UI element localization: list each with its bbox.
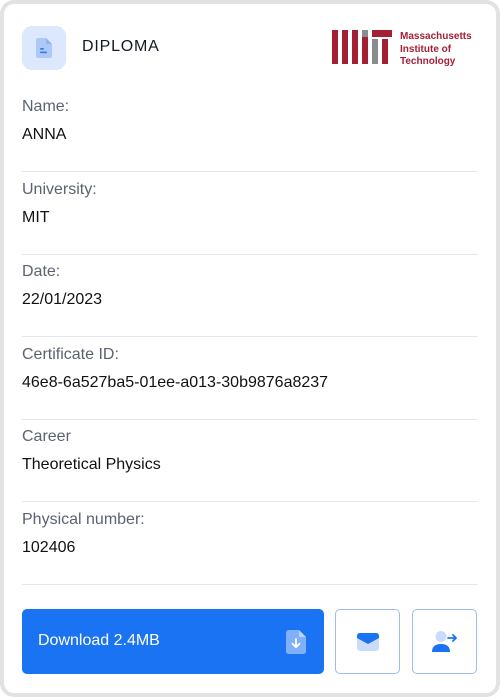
frame: DIPLOMA Massachusetts Institute of Techn… <box>0 0 500 697</box>
field-value: ANNA <box>22 126 67 143</box>
field-certificate-id: Certificate ID: 46e8-6a527ba5-01ee-a013-… <box>22 336 478 420</box>
envelope-icon <box>356 632 379 651</box>
email-button[interactable] <box>335 609 400 674</box>
field-label: Physical number: <box>22 511 145 528</box>
field-name: Name: ANNA <box>22 88 478 172</box>
field-physical-number: Physical number: 102406 <box>22 501 478 585</box>
user-transfer-icon <box>431 630 457 652</box>
field-value: 22/01/2023 <box>22 291 103 308</box>
field-label: Career <box>22 428 71 445</box>
field-value: 46e8-6a527ba5-01ee-a013-30b9876a8237 <box>22 374 329 391</box>
field-label: University: <box>22 181 97 198</box>
document-icon <box>22 26 66 70</box>
mit-logo-mark <box>332 30 392 64</box>
logo-line: Massachusetts <box>400 31 472 42</box>
download-file-icon <box>286 630 306 654</box>
field-value: Theoretical Physics <box>22 456 161 473</box>
field-date: Date: 22/01/2023 <box>22 253 478 337</box>
logo-line: Technology <box>400 56 456 67</box>
field-label: Name: <box>22 98 70 115</box>
transfer-button[interactable] <box>412 609 477 674</box>
field-label: Certificate ID: <box>22 346 119 363</box>
page-title: DIPLOMA <box>82 38 160 55</box>
field-label: Date: <box>22 263 61 280</box>
mit-wordmark: Massachusetts Institute of Technology <box>400 31 472 69</box>
diploma-card: DIPLOMA Massachusetts Institute of Techn… <box>4 4 496 693</box>
field-university: University: MIT <box>22 171 478 255</box>
logo-line: Institute of <box>400 43 452 55</box>
download-button[interactable]: Download 2.4MB <box>22 609 324 674</box>
mit-logo: Massachusetts Institute of Technology <box>332 30 472 69</box>
field-value: 102406 <box>22 539 76 556</box>
field-career: Career Theoretical Physics <box>22 418 478 502</box>
field-value: MIT <box>22 209 50 226</box>
download-button-label: Download 2.4MB <box>38 632 160 649</box>
